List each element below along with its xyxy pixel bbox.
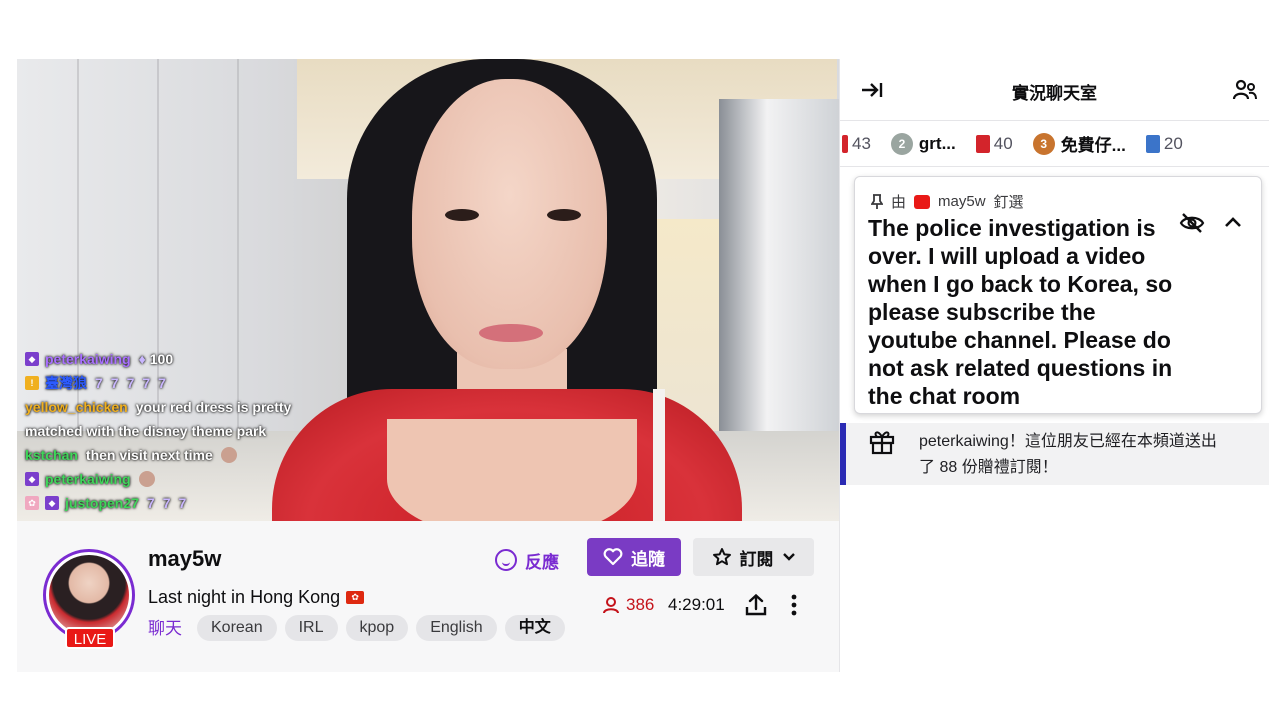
tag-kpop[interactable]: kpop (345, 615, 409, 641)
overlay-chat-message: 100 (149, 351, 174, 367)
overlay-chat-line: matched with the disney theme park (25, 419, 345, 443)
overlay-chat-line: ✿ ◆ justopen27 777 (25, 491, 345, 515)
channel-info-bar: LIVE may5w Last night in Hong Kong ✿ 聊天 … (17, 521, 839, 672)
smiley-plus-icon (495, 549, 517, 571)
gift-box-icon (869, 431, 895, 455)
overlay-chat-line: kstchan then visit next time (25, 443, 345, 467)
gift-leaderboard[interactable]: 43 2 grt... 40 3 免費仔... 20 (840, 121, 1269, 167)
chevron-up-icon[interactable] (1221, 211, 1245, 235)
chevron-down-icon (782, 553, 795, 561)
subscriber-badge-icon: ◆ (45, 496, 59, 510)
category-link[interactable]: 聊天 (148, 619, 182, 639)
follow-button-label: 追隨 (631, 549, 665, 569)
pinned-message: 由 may5w 釘選 The police investigation is o… (854, 176, 1262, 414)
overlay-chat-line: ◆ peterkaiwing ♦ 100 (25, 347, 345, 371)
leaderboard-value: 43 (852, 133, 871, 153)
share-icon[interactable] (743, 592, 769, 618)
face-emote-icon (220, 447, 237, 463)
gift-icon (975, 134, 990, 153)
leaderboard-entry[interactable]: 2 grt... (890, 132, 956, 155)
live-badge: LIVE (65, 627, 115, 649)
streamer-eye (547, 209, 581, 221)
pinned-message-text: The police investigation is over. I will… (868, 215, 1173, 409)
overlay-chat-username: peterkaiwing (45, 351, 131, 367)
pinned-by-suffix: 釘選 (993, 194, 1024, 211)
overlay-chat-username: kstchan (25, 447, 78, 463)
subscriber-badge-icon: ◆ (25, 472, 39, 486)
leaderboard-entry[interactable]: 20 (1145, 133, 1183, 154)
badge-icon: ✿ (25, 496, 39, 510)
overlay-chat-message: 77777 (95, 375, 174, 391)
overlay-chat-message: your red dress is pretty (135, 399, 292, 415)
channel-name[interactable]: may5w (148, 546, 221, 572)
gift-notice-text: peterkaiwing！這位朋友已經在本頻道送出 了 88 份贈禮訂閱！ (919, 429, 1249, 481)
overlay-chat-line: ◆ peterkaiwing (25, 467, 345, 491)
face-emote-icon (138, 471, 155, 487)
react-button[interactable]: 反應 (495, 545, 559, 575)
overlay-chat-line: ! 臺灣狼 77777 (25, 371, 345, 395)
pinned-by-user: may5w (938, 193, 986, 210)
leaderboard-value: 免費仔... (1060, 136, 1126, 155)
overlay-chat-username: 臺灣狼 (45, 375, 87, 391)
streamer-lips (479, 324, 543, 342)
heart-icon (603, 548, 623, 566)
overlay-chat-line: yellow_chicken your red dress is pretty (25, 395, 345, 419)
hide-eye-icon[interactable] (1179, 211, 1205, 235)
stream-title: Last night in Hong Kong ✿ (148, 587, 365, 608)
star-icon (712, 548, 731, 566)
leaderboard-value: grt... (918, 133, 956, 153)
leaderboard-entry[interactable]: 3 免費仔... (1032, 131, 1126, 156)
subscribe-button[interactable]: 訂閱 (693, 538, 814, 576)
leaderboard-entry[interactable]: 40 (975, 133, 1013, 154)
tag-irl[interactable]: IRL (284, 615, 338, 641)
badge-icon: ! (25, 376, 39, 390)
avatar (49, 555, 129, 635)
overlay-chat-message: then visit next time (85, 447, 213, 463)
subscribe-button-label: 訂閱 (739, 549, 774, 569)
gift-sub-notice: peterkaiwing！這位朋友已經在本頻道送出 了 88 份贈禮訂閱！ (840, 423, 1269, 485)
follow-button[interactable]: 追隨 (587, 538, 681, 576)
overlay-chat: ◆ peterkaiwing ♦ 100 ! 臺灣狼 77777 yellow_… (25, 347, 345, 515)
rank-2-icon: 2 (890, 132, 913, 155)
react-button-label: 反應 (525, 552, 559, 572)
rank-3-icon: 3 (1032, 132, 1055, 155)
gift-notice-line-1: peterkaiwing！這位朋友已經在本頻道送出 (919, 433, 1217, 450)
streamer-eye (445, 209, 479, 221)
pinned-by-prefix: 由 (891, 194, 907, 211)
broadcaster-badge-icon (914, 194, 931, 209)
pinned-message-header: 由 may5w 釘選 (871, 191, 1024, 212)
person-icon (603, 597, 619, 614)
community-users-icon[interactable] (1232, 78, 1258, 102)
leaderboard-entry[interactable]: 43 (842, 134, 871, 154)
gift-notice-line-2: 了 88 份贈禮訂閱！ (919, 459, 1058, 476)
pin-icon (871, 193, 883, 209)
tag-korean[interactable]: Korean (197, 615, 277, 641)
overlay-chat-message: matched with the disney theme park (25, 423, 267, 439)
overlay-chat-username: yellow_chicken (25, 399, 128, 415)
overlay-chat-username: peterkaiwing (45, 471, 131, 487)
hong-kong-flag-icon: ✿ (346, 591, 365, 604)
gift-icon (1145, 134, 1160, 153)
overlay-chat-message: 777 (146, 495, 195, 511)
more-options-icon[interactable] (785, 592, 803, 618)
video-player[interactable]: ◆ peterkaiwing ♦ 100 ! 臺灣狼 77777 yellow_… (17, 59, 839, 521)
streamer-chest (387, 419, 637, 521)
subscriber-badge-icon: ◆ (25, 352, 39, 366)
leaderboard-value: 20 (1163, 133, 1183, 153)
stream-uptime: 4:29:01 (668, 595, 725, 614)
tag-english[interactable]: English (416, 615, 497, 641)
chat-header: 實況聊天室 (840, 59, 1269, 121)
overlay-chat-username: justopen27 (65, 495, 139, 511)
viewer-count-value: 386 (626, 595, 655, 614)
tag-list: Korean IRL kpop English 中文 (197, 615, 565, 641)
gift-icon (842, 134, 848, 153)
viewer-count: 386 (602, 595, 654, 615)
chat-title: 實況聊天室 (1012, 84, 1097, 103)
stream-title-text: Last night in Hong Kong (148, 587, 341, 607)
bag-strap (653, 389, 665, 521)
bits-icon: ♦ (138, 351, 146, 367)
chat-panel: 實況聊天室 43 2 grt... 40 3 免費仔... 20 由 may5w… (839, 59, 1269, 672)
tag-chinese[interactable]: 中文 (504, 615, 565, 641)
leaderboard-value: 40 (993, 133, 1013, 153)
